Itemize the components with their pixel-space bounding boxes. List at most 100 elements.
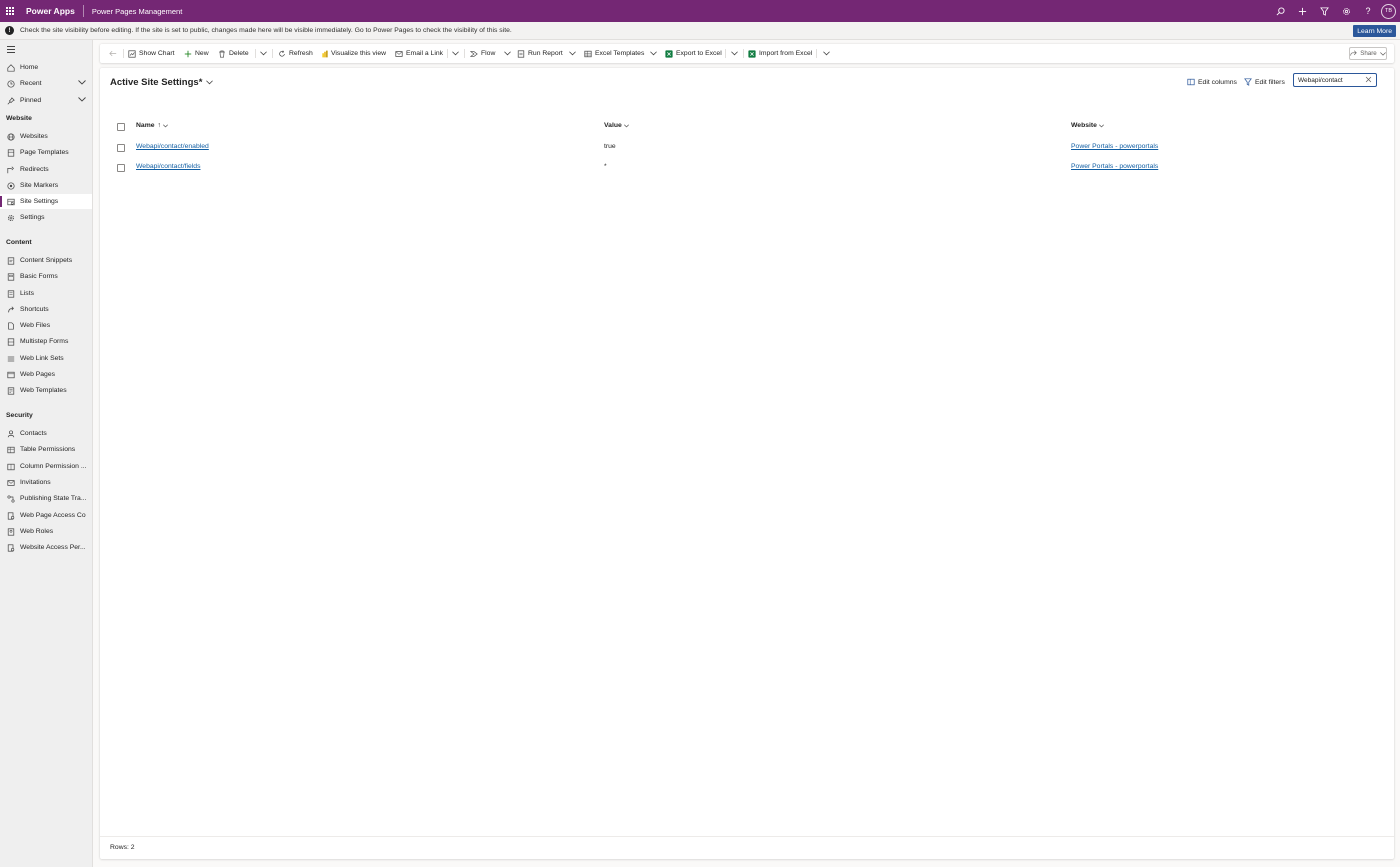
edit-columns-button[interactable]: Edit columns	[1187, 78, 1237, 86]
sidebar-item-website-access[interactable]: Website Access Per...	[0, 540, 92, 555]
import-excel-button[interactable]: Import from Excel	[748, 44, 812, 63]
sidebar-item-label: Page Templates	[20, 149, 69, 156]
email-link-button[interactable]: Email a Link	[395, 44, 443, 63]
sidebar-item-column-permissions[interactable]: Column Permission ...	[0, 459, 92, 474]
search-input[interactable]	[1298, 76, 1364, 84]
sidebar-item-invitations[interactable]: Invitations	[0, 475, 92, 490]
excel-icon	[665, 49, 673, 58]
more-commands-chevron[interactable]	[823, 44, 830, 63]
sidebar-item-publishing-state[interactable]: Publishing State Tra...	[0, 491, 92, 506]
sidebar-item-label: Web Files	[20, 322, 51, 329]
new-button[interactable]: New	[184, 44, 209, 63]
sidebar-item-table-permissions[interactable]: Table Permissions	[0, 442, 92, 457]
sidebar-item-label: Column Permission ...	[20, 463, 86, 470]
table-row[interactable]: Webapi/contact/enabled true Power Portal…	[110, 138, 1376, 158]
notification-text: Check the site visibility before editing…	[20, 27, 512, 34]
sidebar-item-redirects[interactable]: Redirects	[0, 162, 92, 177]
toolbar-separator	[464, 49, 465, 58]
sidebar-item-basic-forms[interactable]: Basic Forms	[0, 269, 92, 284]
sidebar-item-label: Shortcuts	[20, 306, 49, 313]
hamburger-menu-icon[interactable]	[7, 46, 15, 55]
email-link-label: Email a Link	[406, 50, 444, 57]
sidebar-item-label: Pinned	[20, 97, 42, 104]
column-header-name[interactable]: Name ↑	[136, 122, 168, 129]
sidebar-item-web-link-sets[interactable]: Web Link Sets	[0, 351, 92, 366]
show-chart-button[interactable]: Show Chart	[128, 44, 175, 63]
export-more-chevron[interactable]	[731, 44, 738, 63]
sidebar-item-lists[interactable]: Lists	[0, 286, 92, 301]
plus-icon	[184, 50, 192, 58]
clock-icon	[6, 79, 15, 88]
row-name-link[interactable]: Webapi/contact/enabled	[136, 143, 209, 150]
learn-more-button[interactable]: Learn More	[1353, 25, 1396, 37]
gear-icon[interactable]	[1335, 0, 1357, 22]
environment-name[interactable]: Power Pages Management	[84, 7, 182, 16]
sidebar-item-websites[interactable]: Websites	[0, 129, 92, 144]
email-more-chevron[interactable]	[452, 44, 459, 63]
sidebar-item-settings[interactable]: Settings	[0, 210, 92, 225]
column-header-website[interactable]: Website	[1071, 122, 1104, 129]
sidebar-item-shortcuts[interactable]: Shortcuts	[0, 302, 92, 317]
chevron-down-icon[interactable]	[78, 97, 86, 104]
sidebar-item-content-snippets[interactable]: Content Snippets	[0, 253, 92, 268]
sidebar-item-web-templates[interactable]: Web Templates	[0, 383, 92, 398]
section-title-security: Security	[6, 412, 33, 419]
sidebar-item-pinned[interactable]: Pinned	[0, 93, 92, 108]
row-website-link[interactable]: Power Portals - powerportals	[1071, 143, 1158, 150]
app-launcher-icon[interactable]	[0, 0, 20, 22]
share-button[interactable]: Share	[1349, 47, 1387, 60]
flow-button[interactable]: Flow	[470, 44, 512, 63]
export-excel-button[interactable]: Export to Excel	[665, 44, 722, 63]
select-all-checkbox[interactable]	[117, 123, 125, 131]
filter-icon	[1244, 78, 1252, 86]
home-icon	[6, 63, 15, 72]
row-checkbox[interactable]	[117, 144, 125, 152]
row-name-link[interactable]: Webapi/contact/fields	[136, 163, 200, 170]
sidebar-item-label: Redirects	[20, 166, 49, 173]
delete-button[interactable]: Delete	[218, 44, 249, 63]
back-arrow-icon[interactable]	[109, 44, 117, 63]
chevron-down-icon[interactable]	[78, 80, 86, 87]
web-page-icon	[6, 370, 15, 379]
refresh-button[interactable]: Refresh	[278, 44, 313, 63]
excel-icon	[748, 49, 756, 58]
sidebar-item-label: Multistep Forms	[20, 338, 69, 345]
plus-icon[interactable]	[1291, 0, 1313, 22]
run-report-button[interactable]: Run Report	[517, 44, 576, 63]
sort-ascending-icon: ↑	[157, 122, 161, 129]
footer-divider	[100, 836, 1394, 837]
visualize-view-button[interactable]: Visualize this view	[322, 44, 386, 63]
sidebar-item-label: Web Page Access Co...	[20, 512, 86, 519]
app-name[interactable]: Power Apps	[20, 6, 83, 16]
sidebar-item-multistep-forms[interactable]: Multistep Forms	[0, 334, 92, 349]
column-header-value[interactable]: Value	[604, 122, 629, 129]
view-selector[interactable]: Active Site Settings*	[110, 77, 214, 88]
sidebar-item-label: Website Access Per...	[20, 544, 86, 551]
table-row[interactable]: Webapi/contact/fields * Power Portals - …	[110, 158, 1376, 178]
row-website-link[interactable]: Power Portals - powerportals	[1071, 163, 1158, 170]
delete-more-chevron[interactable]	[260, 44, 267, 63]
filter-icon[interactable]	[1313, 0, 1335, 22]
main-area: Show Chart New Delete Refresh Visualize …	[100, 44, 1394, 859]
help-icon[interactable]: ?	[1357, 0, 1379, 22]
sidebar-item-web-page-access[interactable]: Web Page Access Co...	[0, 508, 92, 523]
sidebar-item-site-settings[interactable]: Site Settings	[0, 194, 92, 209]
sidebar-item-contacts[interactable]: Contacts	[0, 426, 92, 441]
sidebar-item-web-roles[interactable]: Web Roles	[0, 524, 92, 539]
sidebar-item-page-templates[interactable]: Page Templates	[0, 145, 92, 160]
chevron-down-icon	[568, 51, 576, 56]
sidebar-item-web-pages[interactable]: Web Pages	[0, 367, 92, 382]
sidebar-item-home[interactable]: Home	[0, 60, 92, 75]
excel-templates-button[interactable]: Excel Templates	[584, 44, 658, 63]
edit-columns-label: Edit columns	[1198, 78, 1237, 86]
sidebar-item-web-files[interactable]: Web Files	[0, 318, 92, 333]
edit-filters-button[interactable]: Edit filters	[1244, 78, 1285, 86]
sidebar-item-label: Table Permissions	[20, 446, 76, 453]
sidebar-item-site-markers[interactable]: Site Markers	[0, 178, 92, 193]
sidebar-item-recent[interactable]: Recent	[0, 76, 92, 91]
sidebar-item-label: Site Settings	[20, 198, 59, 205]
search-icon[interactable]	[1269, 0, 1291, 22]
avatar[interactable]: TB	[1381, 3, 1396, 19]
row-checkbox[interactable]	[117, 164, 125, 172]
close-icon[interactable]	[1365, 76, 1372, 85]
